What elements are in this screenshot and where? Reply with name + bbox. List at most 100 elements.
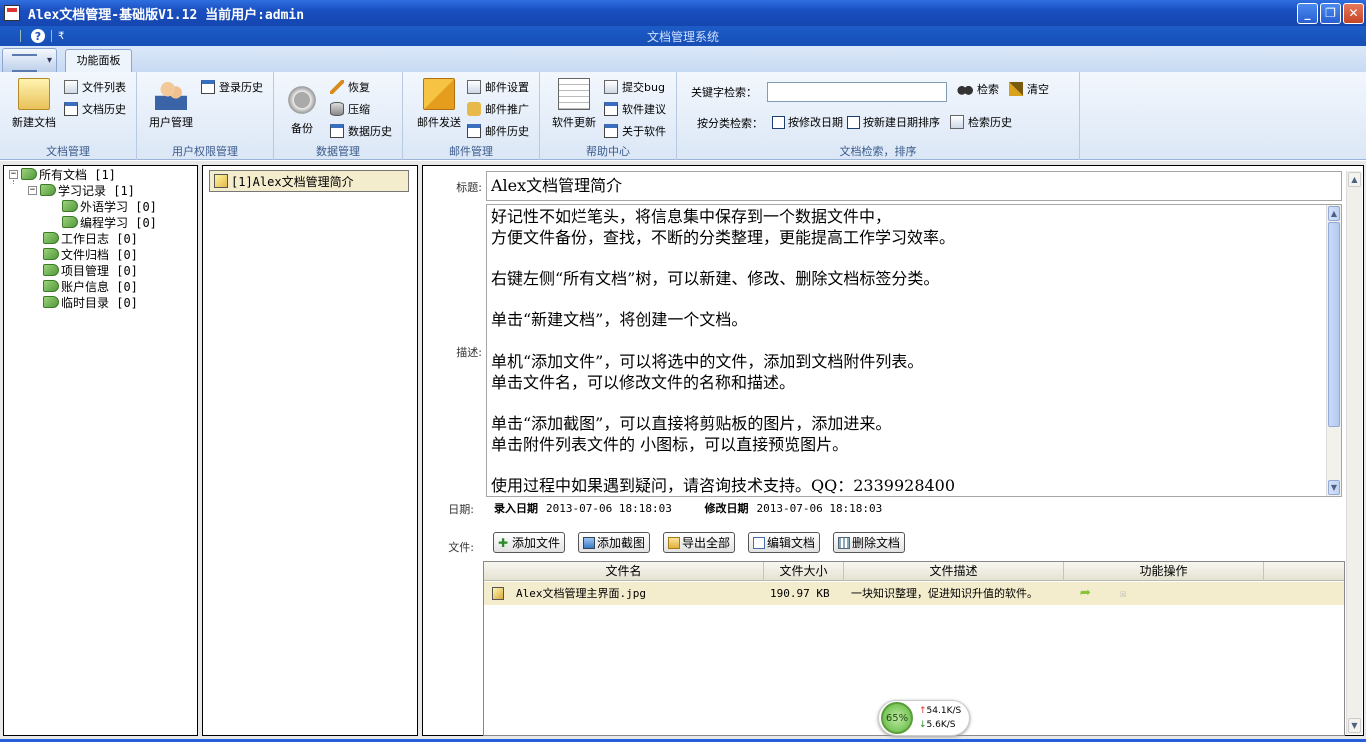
quick-access-toolbar: ? ₹ 文档管理系统 bbox=[0, 26, 1366, 46]
column-header-size[interactable]: 文件大小 bbox=[764, 562, 844, 581]
tree-item-study[interactable]: − 学习记录 [1] bbox=[28, 182, 135, 198]
maximize-button[interactable]: ❐ bbox=[1320, 2, 1341, 24]
detail-scrollbar[interactable]: ▲ ▼ bbox=[1346, 171, 1362, 734]
mail-send-label: 邮件发送 bbox=[417, 116, 461, 129]
description-line bbox=[491, 455, 1341, 476]
software-update-button[interactable]: 软件更新 bbox=[546, 78, 602, 130]
file-list-button[interactable]: 文件列表 bbox=[64, 77, 126, 97]
tree-item-project[interactable]: 项目管理 [0] bbox=[43, 262, 138, 278]
edit-doc-button[interactable]: 编辑文档 bbox=[748, 532, 821, 553]
clear-button[interactable]: 清空 bbox=[1009, 79, 1049, 99]
tree-item-programming[interactable]: 编程学习 [0] bbox=[62, 214, 157, 230]
folder-icon bbox=[668, 536, 680, 549]
compress-button[interactable]: 压缩 bbox=[330, 99, 370, 119]
scroll-up-icon[interactable]: ▲ bbox=[1348, 172, 1361, 187]
tab-function-panel[interactable]: 功能面板 bbox=[65, 49, 132, 72]
submit-bug-button[interactable]: 提交bug bbox=[604, 77, 665, 97]
list-icon bbox=[64, 80, 78, 94]
tree-item-temp[interactable]: 临时目录 [0] bbox=[43, 294, 138, 310]
mail-settings-button[interactable]: 邮件设置 bbox=[467, 77, 529, 97]
sort-by-created-checkbox[interactable]: 按新建日期排序 bbox=[847, 112, 940, 132]
delete-file-icon[interactable]: ☒ bbox=[1120, 582, 1134, 605]
add-file-button[interactable]: ✚ 添加文件 bbox=[493, 532, 566, 553]
file-size-cell: 190.97 KB bbox=[770, 587, 830, 600]
search-button[interactable]: 检索 bbox=[957, 79, 999, 99]
checkbox-icon bbox=[847, 115, 860, 129]
column-header-desc[interactable]: 文件描述 bbox=[844, 562, 1064, 581]
tree-item-language[interactable]: 外语学习 [0] bbox=[62, 198, 157, 214]
tree-item-archive[interactable]: 文件归档 [0] bbox=[43, 246, 138, 262]
close-button[interactable]: ✕ bbox=[1343, 2, 1364, 24]
open-file-arrow-icon[interactable]: ➦ bbox=[1080, 582, 1106, 605]
suggest-button[interactable]: 软件建议 bbox=[604, 99, 666, 119]
mail-history-button[interactable]: 邮件历史 bbox=[467, 121, 529, 141]
description-textarea[interactable]: 好记性不如烂笔头，将信息集中保存到一个数据文件中， 方便文件备份，查找，不断的分类… bbox=[486, 204, 1342, 497]
add-file-label: 添加文件 bbox=[512, 536, 561, 550]
tag-icon bbox=[43, 248, 59, 260]
download-speed: 5.6K/S bbox=[926, 720, 956, 730]
title-field[interactable]: Alex文档管理简介 bbox=[486, 171, 1342, 201]
mail-promote-button[interactable]: 邮件推广 bbox=[467, 99, 529, 119]
broom-icon bbox=[1009, 82, 1023, 96]
sort-by-modified-checkbox[interactable]: 按修改日期 bbox=[772, 112, 843, 132]
mail-send-button[interactable]: 邮件发送 bbox=[411, 78, 467, 130]
about-button[interactable]: 关于软件 bbox=[604, 121, 666, 141]
ribbon-tab-row: 功能面板 bbox=[0, 46, 1366, 74]
checkbox-icon bbox=[772, 115, 785, 129]
login-history-label: 登录历史 bbox=[219, 81, 263, 94]
network-speed-widget[interactable]: 65% ↑54.1K/S ↓5.6K/S bbox=[878, 700, 970, 736]
scroll-down-icon[interactable]: ▼ bbox=[1328, 480, 1340, 495]
column-header-name[interactable]: 文件名 bbox=[484, 562, 764, 581]
column-header-actions[interactable]: 功能操作 bbox=[1064, 562, 1264, 581]
user-mgmt-label: 用户管理 bbox=[149, 116, 193, 129]
backup-icon bbox=[286, 84, 318, 116]
scroll-thumb[interactable] bbox=[1328, 222, 1340, 427]
app-menu-button[interactable] bbox=[2, 48, 57, 74]
ribbon: 新建文档 文件列表 文档历史 文档管理 用户管理 登录历史 用户权限管理 备份 … bbox=[0, 72, 1366, 160]
user-mgmt-button[interactable]: 用户管理 bbox=[143, 78, 199, 130]
scroll-down-icon[interactable]: ▼ bbox=[1348, 718, 1361, 733]
backup-button[interactable]: 备份 bbox=[276, 84, 328, 136]
list-item-label: [1]Alex文档管理简介 bbox=[231, 174, 354, 189]
file-desc-cell: 一块知识整理，促进知识升值的软件。 bbox=[851, 587, 1038, 600]
list-icon bbox=[467, 80, 481, 94]
doc-history-button[interactable]: 文档历史 bbox=[64, 99, 126, 119]
login-history-button[interactable]: 登录历史 bbox=[201, 77, 263, 97]
tree-item-all-docs[interactable]: − 所有文档 [1] bbox=[9, 166, 116, 182]
minimize-button[interactable]: _ bbox=[1297, 2, 1318, 24]
add-screenshot-button[interactable]: 添加截图 bbox=[578, 532, 651, 553]
table-header: 文件名 文件大小 文件描述 功能操作 bbox=[484, 562, 1344, 581]
tag-icon bbox=[43, 280, 59, 292]
scroll-up-icon[interactable]: ▲ bbox=[1328, 206, 1340, 221]
title-label: 标题: bbox=[456, 181, 482, 194]
description-scrollbar[interactable]: ▲ ▼ bbox=[1326, 205, 1341, 496]
tree-item-worklog[interactable]: 工作日志 [0] bbox=[43, 230, 138, 246]
collapse-icon[interactable]: − bbox=[28, 185, 37, 195]
search-button-label: 检索 bbox=[977, 83, 999, 96]
export-all-button[interactable]: 导出全部 bbox=[663, 532, 736, 553]
delete-doc-button[interactable]: 删除文档 bbox=[833, 532, 906, 553]
description-line bbox=[491, 393, 1341, 414]
description-line: 单击“添加截图”，可以直接将剪贴板的图片，添加进来。 bbox=[491, 413, 892, 433]
keyword-search-input[interactable] bbox=[767, 82, 947, 102]
collapse-icon[interactable]: − bbox=[9, 169, 18, 179]
list-item[interactable]: [1]Alex文档管理简介 bbox=[209, 170, 409, 192]
description-line: 单击“新建文档”，将创建一个文档。 bbox=[491, 310, 748, 330]
file-name-cell[interactable]: Alex文档管理主界面.jpg bbox=[516, 582, 761, 605]
tree-item-account[interactable]: 账户信息 [0] bbox=[43, 278, 138, 294]
list-icon bbox=[950, 115, 964, 129]
image-file-icon[interactable] bbox=[492, 587, 504, 600]
software-update-label: 软件更新 bbox=[552, 116, 596, 129]
new-doc-label: 新建文档 bbox=[12, 116, 56, 129]
ribbon-group-data: 备份 恢复 压缩 数据历史 数据管理 bbox=[274, 72, 403, 160]
restore-button[interactable]: 恢复 bbox=[330, 77, 370, 97]
binoculars-icon bbox=[957, 82, 973, 96]
table-row[interactable]: Alex文档管理主界面.jpg 190.97 KB 一块知识整理，促进知识升值的… bbox=[484, 582, 1344, 605]
window-title: Alex文档管理-基础版V1.12 当前用户:admin bbox=[28, 7, 305, 23]
new-doc-button[interactable]: 新建文档 bbox=[6, 78, 62, 130]
plus-icon: ✚ bbox=[498, 535, 509, 550]
tag-icon bbox=[62, 216, 78, 228]
tree-item-label: 编程学习 [0] bbox=[80, 215, 157, 230]
search-history-button[interactable]: 检索历史 bbox=[950, 112, 1012, 132]
data-history-button[interactable]: 数据历史 bbox=[330, 121, 392, 141]
